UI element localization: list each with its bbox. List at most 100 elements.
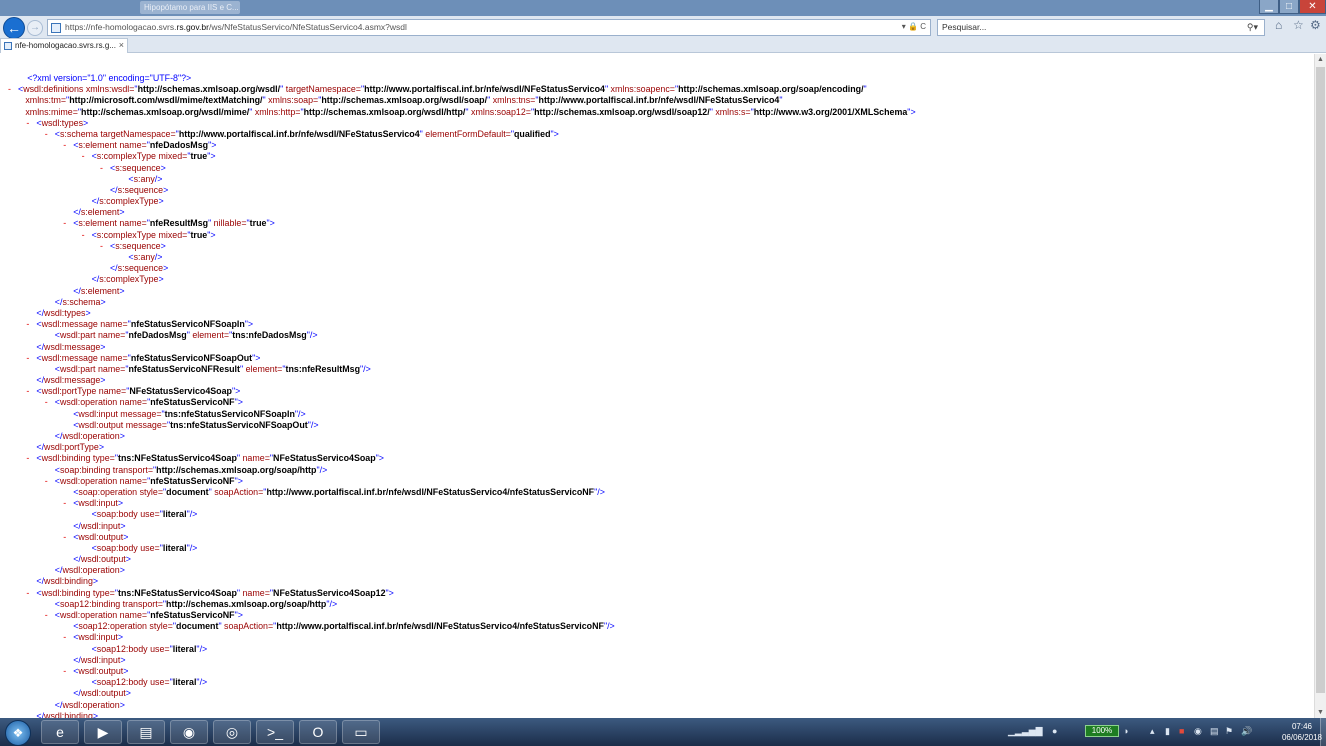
- xml-token: style=: [146, 621, 173, 632]
- xml-line: - <wsdl:definitions xmlns:wsdl="http://sc…: [8, 84, 1308, 95]
- devices-icon[interactable]: ▤: [1210, 726, 1219, 737]
- collapse-toggle[interactable]: -: [63, 140, 66, 151]
- tab-close-icon[interactable]: ×: [119, 40, 124, 50]
- collapse-toggle[interactable]: -: [63, 632, 66, 643]
- folder-taskbar-button[interactable]: ▭: [342, 720, 380, 744]
- xml-token: http://schemas.xmlsoap.org/wsdl/: [137, 84, 281, 95]
- xml-token: wsdl:types: [41, 117, 84, 128]
- cmd-taskbar-button[interactable]: >_: [256, 720, 294, 744]
- xml-token: wsdl:binding: [44, 710, 93, 718]
- xml-token: true: [190, 151, 208, 162]
- collapse-toggle[interactable]: -: [26, 319, 29, 330]
- address-bar[interactable]: https://nfe-homologacao.svrs.rs.gov.br/w…: [47, 19, 931, 36]
- start-button[interactable]: ❖: [5, 720, 31, 746]
- collapse-toggle[interactable]: -: [82, 151, 85, 162]
- firefox-taskbar-button[interactable]: ◉: [170, 720, 208, 744]
- collapse-toggle[interactable]: -: [45, 397, 48, 408]
- explorer-taskbar-button[interactable]: ▤: [127, 720, 165, 744]
- collapse-toggle[interactable]: -: [26, 588, 29, 599]
- xml-token: nfeDadosMsg: [128, 330, 187, 341]
- xml-line: - <wsdl:input>: [8, 632, 1308, 643]
- gear-icon[interactable]: ⚙: [1310, 18, 1321, 32]
- address-bar-icons[interactable]: ▾ 🔒 C: [902, 22, 926, 31]
- app-tray-icon[interactable]: ■: [1179, 726, 1184, 736]
- volume-icon[interactable]: 🔊: [1241, 726, 1252, 737]
- xml-token: >: [123, 665, 129, 676]
- xml-token: nfeStatusServicoNF: [150, 610, 235, 620]
- xml-token: "/>: [307, 419, 319, 430]
- system-tray: ▁▂▃▅▇ ● 100% ◑ ▴ ▮ ■ ◉ ▤ ⚑ 🔊 07:46 06/06…: [1005, 718, 1326, 746]
- show-desktop-button[interactable]: [1320, 718, 1326, 746]
- home-icon[interactable]: ⌂: [1275, 18, 1282, 32]
- battery-indicator[interactable]: 100%: [1085, 725, 1119, 737]
- xml-token: >: [160, 240, 166, 251]
- xml-token: >: [119, 699, 125, 710]
- tab-active[interactable]: nfe-homologacao.svrs.rs.g... ×: [0, 38, 128, 53]
- scrollbar-thumb[interactable]: [1316, 67, 1325, 693]
- collapse-toggle[interactable]: -: [63, 666, 66, 677]
- collapse-toggle[interactable]: -: [26, 386, 29, 397]
- page-content: <?xml version="1.0" encoding="UTF-8"?> - <…: [0, 54, 1314, 718]
- xml-token: </: [73, 207, 81, 218]
- collapse-toggle[interactable]: -: [45, 610, 48, 621]
- search-icon[interactable]: ⚲▾: [1247, 22, 1258, 33]
- xml-token: nfeDadosMsg: [149, 140, 209, 151]
- maximize-button[interactable]: □: [1279, 0, 1299, 14]
- scroll-up-icon[interactable]: ▲: [1317, 56, 1324, 63]
- antivirus-icon[interactable]: ●: [1052, 726, 1057, 736]
- opera-taskbar-button[interactable]: O: [299, 720, 337, 744]
- search-box[interactable]: Pesquisar... ⚲▾: [937, 19, 1265, 36]
- search-input[interactable]: Pesquisar...: [942, 22, 986, 32]
- keyboard-icon[interactable]: ▮: [1165, 726, 1170, 737]
- minimize-button[interactable]: ▁: [1259, 0, 1279, 14]
- collapse-toggle[interactable]: -: [26, 118, 29, 129]
- collapse-toggle[interactable]: -: [26, 353, 29, 364]
- xml-token: s:element: [80, 285, 120, 296]
- media-player-taskbar-button[interactable]: ▶: [84, 720, 122, 744]
- network-signal-icon[interactable]: ▁▂▃▅▇: [1008, 726, 1043, 737]
- xml-token: ">: [234, 610, 243, 620]
- xml-line: xmlns:mime="http://schemas.xmlsoap.org/w…: [8, 107, 1308, 118]
- forward-button[interactable]: →: [27, 20, 43, 36]
- collapse-toggle[interactable]: -: [45, 129, 48, 140]
- xml-line-text: </wsdl:output>: [73, 688, 131, 699]
- close-window-button[interactable]: ✕: [1299, 0, 1326, 14]
- xml-token: document: [166, 486, 209, 497]
- xml-token: "/>: [186, 509, 198, 520]
- collapse-toggle[interactable]: -: [8, 84, 11, 95]
- xml-token: literal: [172, 677, 197, 688]
- xml-token: wsdl:input: [78, 498, 118, 509]
- collapse-toggle[interactable]: -: [26, 453, 29, 464]
- update-icon[interactable]: ◉: [1194, 726, 1202, 737]
- scroll-down-icon[interactable]: ▼: [1317, 709, 1324, 716]
- xml-line: - <s:complexType mixed="true">: [8, 151, 1308, 162]
- collapse-toggle[interactable]: -: [63, 218, 66, 229]
- chrome-taskbar-button[interactable]: ◎: [213, 720, 251, 744]
- ie-taskbar-button[interactable]: e: [41, 720, 79, 744]
- collapse-toggle[interactable]: -: [100, 241, 103, 252]
- favorites-star-icon[interactable]: ☆: [1293, 18, 1304, 32]
- xml-line-text: </wsdl:operation>: [55, 565, 125, 576]
- xml-token: ">: [266, 218, 275, 229]
- power-icon[interactable]: ◑: [1123, 726, 1128, 736]
- back-button[interactable]: ←: [3, 17, 25, 39]
- vertical-scrollbar[interactable]: ▲ ▼: [1314, 54, 1326, 718]
- collapse-toggle[interactable]: -: [63, 498, 66, 509]
- collapse-toggle[interactable]: -: [82, 230, 85, 241]
- xml-line-text: <wsdl:portType name="NFeStatusServico4So…: [36, 386, 240, 397]
- xml-token: name=: [117, 610, 148, 620]
- background-tab[interactable]: Hipopótamo para IIS e C...: [140, 1, 240, 14]
- xml-token: mixed=: [155, 229, 188, 240]
- xml-token: </: [36, 375, 45, 386]
- flag-icon[interactable]: ⚑: [1225, 726, 1233, 737]
- collapse-toggle[interactable]: -: [100, 163, 103, 174]
- xml-token: </: [110, 263, 118, 274]
- collapse-toggle[interactable]: -: [63, 532, 66, 543]
- url-text[interactable]: https://nfe-homologacao.svrs.rs.gov.br/w…: [65, 22, 407, 32]
- xml-token: name=: [96, 386, 127, 397]
- collapse-toggle[interactable]: -: [45, 476, 48, 487]
- xml-token: </: [36, 307, 45, 318]
- xml-line-text: <wsdl:part name="nfeDadosMsg" element="t…: [55, 330, 318, 341]
- clock[interactable]: 07:46 06/06/2018: [1280, 721, 1324, 743]
- tray-expand-icon[interactable]: ▴: [1150, 726, 1155, 737]
